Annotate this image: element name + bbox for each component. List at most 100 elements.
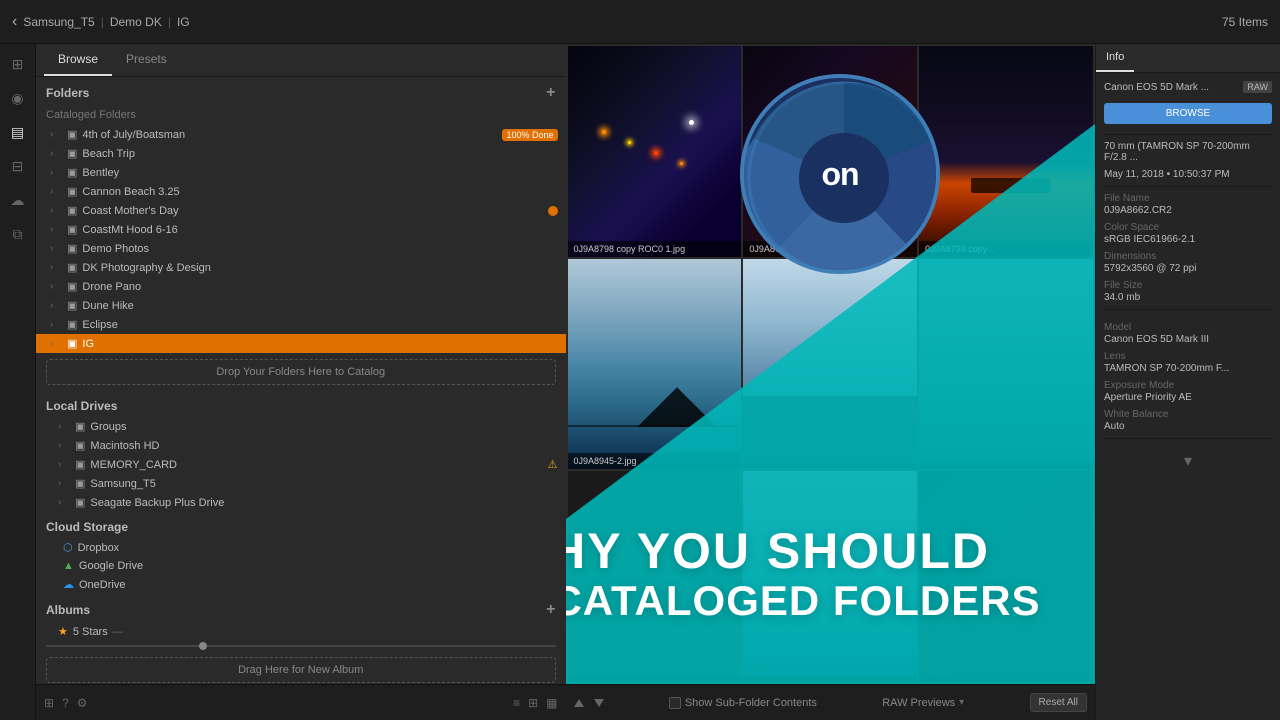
show-subfolder-label: Show Sub-Folder Contents <box>685 697 817 709</box>
warning-icon: ⚠ <box>548 458 558 471</box>
chevron-down-icon: › <box>50 338 62 349</box>
drive-item[interactable]: › ▣ Seagate Backup Plus Drive <box>36 493 566 512</box>
drive-item[interactable]: › ▣ Macintosh HD <box>36 436 566 455</box>
folder-item-name: Demo Photos <box>82 243 557 255</box>
divider <box>1104 134 1272 135</box>
folder-item[interactable]: › ▣ Beach Trip <box>36 144 566 163</box>
status-dot <box>548 206 558 216</box>
photo-thumbnail <box>568 46 742 257</box>
photo-cell-4[interactable]: 0J9A8945-2.jpg <box>568 259 742 470</box>
local-drives-label: Local Drives <box>46 399 117 413</box>
folder-item-name: CoastMt Hood 6-16 <box>82 224 557 236</box>
folder-item[interactable]: › ▣ CoastMt Hood 6-16 <box>36 220 566 239</box>
chevron-right-icon: › <box>50 148 62 159</box>
drive-item[interactable]: › ▣ Groups <box>36 417 566 436</box>
folder-item-name: DK Photography & Design <box>82 262 557 274</box>
photo-cell-1[interactable]: 0J9A8798 copy ROC0 1.jpg <box>568 46 742 257</box>
photo-cell-3[interactable]: 0J9A8798 copy... <box>919 46 1093 257</box>
cloud-icon[interactable]: ☁ <box>6 188 30 212</box>
photo-cell-9[interactable] <box>919 471 1093 682</box>
folder-item[interactable]: › ▣ Cannon Beach 3.25 <box>36 182 566 201</box>
colorspace-row: Color Space sRGB IEC61966-2.1 <box>1104 222 1272 245</box>
sidebar-bottom-bar: ⊞ ? ⚙ ≡ ⊞ ▦ <box>36 684 566 720</box>
folder-item[interactable]: › ▣ 4th of July/Boatsman 100% Done <box>36 125 566 144</box>
albums-label: Albums <box>46 603 90 617</box>
chevron-right-icon: › <box>58 459 70 470</box>
add-album-btn[interactable]: + <box>546 602 555 618</box>
layers-icon[interactable]: ⧉ <box>6 222 30 246</box>
raw-previews-row: RAW Previews ▾ <box>882 697 964 709</box>
camera-row: Canon EOS 5D Mark ... RAW <box>1104 81 1272 93</box>
folder-item[interactable]: › ▣ Dune Hike <box>36 296 566 315</box>
filesize-row: File Size 34.0 mb <box>1104 280 1272 303</box>
settings-icon[interactable]: ⚙ <box>77 696 88 710</box>
show-subfolder-checkbox[interactable] <box>669 697 681 709</box>
folder-item[interactable]: › ▣ DK Photography & Design <box>36 258 566 277</box>
photo-cell-8[interactable] <box>743 471 917 682</box>
photo-cell-5[interactable] <box>743 259 917 470</box>
cloud-item-dropbox[interactable]: ⬡ Dropbox <box>36 538 566 557</box>
lens-info-row: Lens TAMRON SP 70-200mm F... <box>1104 351 1272 374</box>
albums-section-header: Albums + <box>36 594 566 622</box>
reset-all-btn[interactable]: Reset All <box>1030 693 1087 712</box>
add-folder-btn[interactable]: + <box>546 85 555 101</box>
thumbnail-view-icon[interactable]: ⊞ <box>528 696 538 710</box>
photo-cell-7[interactable] <box>568 471 742 682</box>
folders-section-header: Folders + <box>36 77 566 105</box>
scroll-down-btn[interactable] <box>594 699 604 707</box>
folder-item[interactable]: › ▣ Drone Pano <box>36 277 566 296</box>
drive-icon: ▣ <box>75 458 85 471</box>
drive-item[interactable]: › ▣ Samsung_T5 <box>36 474 566 493</box>
drag-album-btn[interactable]: Drag Here for New Album <box>46 657 556 683</box>
folder-closed-icon: ▣ <box>67 185 77 198</box>
folder-item-name: Drone Pano <box>82 281 557 293</box>
folder-item[interactable]: › ▣ Eclipse <box>36 315 566 334</box>
camera-name: Canon EOS 5D Mark ... <box>1104 82 1209 93</box>
folder-item-name: Coast Mother's Day <box>82 205 557 217</box>
tab-presets[interactable]: Presets <box>112 44 181 76</box>
date-row: May 11, 2018 • 10:50:37 PM <box>1104 169 1272 180</box>
path-2: Demo DK <box>110 15 162 29</box>
drop-folders-btn[interactable]: Drop Your Folders Here to Catalog <box>46 359 556 385</box>
sidebar-panel-wrapper: Browse Presets Folders + Cataloged Folde… <box>36 44 566 720</box>
slider-thumb[interactable] <box>199 642 207 650</box>
show-subfolder-row: Show Sub-Folder Contents <box>669 697 817 709</box>
album-name: 5 Stars <box>73 626 108 638</box>
drive-name: Samsung_T5 <box>90 478 557 490</box>
info-tab-info[interactable]: Info <box>1096 44 1134 72</box>
photo-caption <box>919 463 1093 469</box>
nav-back-btn[interactable]: ‹ <box>12 13 17 31</box>
browse-btn[interactable]: BROWSE <box>1104 103 1272 124</box>
camera-icon[interactable]: ◉ <box>6 86 30 110</box>
folder-item[interactable]: › ▣ Bentley <box>36 163 566 182</box>
folder-closed-icon: ▣ <box>67 147 77 160</box>
cloud-item-onedrive[interactable]: ☁ OneDrive <box>36 575 566 594</box>
grid-view-icon[interactable]: ⊞ <box>44 696 54 710</box>
scroll-up-btn[interactable] <box>574 699 584 707</box>
cloud-item-gdrive[interactable]: ▲ Google Drive <box>36 557 566 575</box>
folder-closed-icon: ▣ <box>67 128 77 141</box>
drive-item-memory[interactable]: › ▣ MEMORY_CARD ⚠ <box>36 455 566 474</box>
info-expand-btn[interactable]: ▾ <box>1104 445 1272 477</box>
drive-icon: ▣ <box>75 477 85 490</box>
chevron-right-icon: › <box>58 478 70 489</box>
album-slider[interactable] <box>46 645 556 647</box>
photo-grid: 0J9A8798 copy ROC0 1.jpg 0J9A8798 copy R… <box>566 44 1096 684</box>
album-item[interactable]: ★ 5 Stars — <box>36 622 566 641</box>
filmstrip-view-icon[interactable]: ▦ <box>546 696 557 710</box>
photo-cell-2[interactable]: 0J9A8798 copy ROC1 1.jpg <box>743 46 917 257</box>
chevron-right-icon: › <box>50 129 62 140</box>
stack-icon[interactable]: ⊟ <box>6 154 30 178</box>
folder-item[interactable]: › ▣ Coast Mother's Day <box>36 201 566 220</box>
folder-icon[interactable]: ▤ <box>6 120 30 144</box>
folder-closed-icon: ▣ <box>67 318 77 331</box>
tab-browse[interactable]: Browse <box>44 44 112 76</box>
photo-cell-6[interactable] <box>919 259 1093 470</box>
grid-icon[interactable]: ⊞ <box>6 52 30 76</box>
list-view-icon[interactable]: ≡ <box>513 696 520 710</box>
raw-previews-chevron[interactable]: ▾ <box>959 697 964 708</box>
folder-item[interactable]: › ▣ Demo Photos <box>36 239 566 258</box>
folder-item-active[interactable]: › ▣ IG <box>36 334 566 353</box>
help-icon[interactable]: ? <box>62 696 69 710</box>
photo-caption <box>743 463 917 469</box>
